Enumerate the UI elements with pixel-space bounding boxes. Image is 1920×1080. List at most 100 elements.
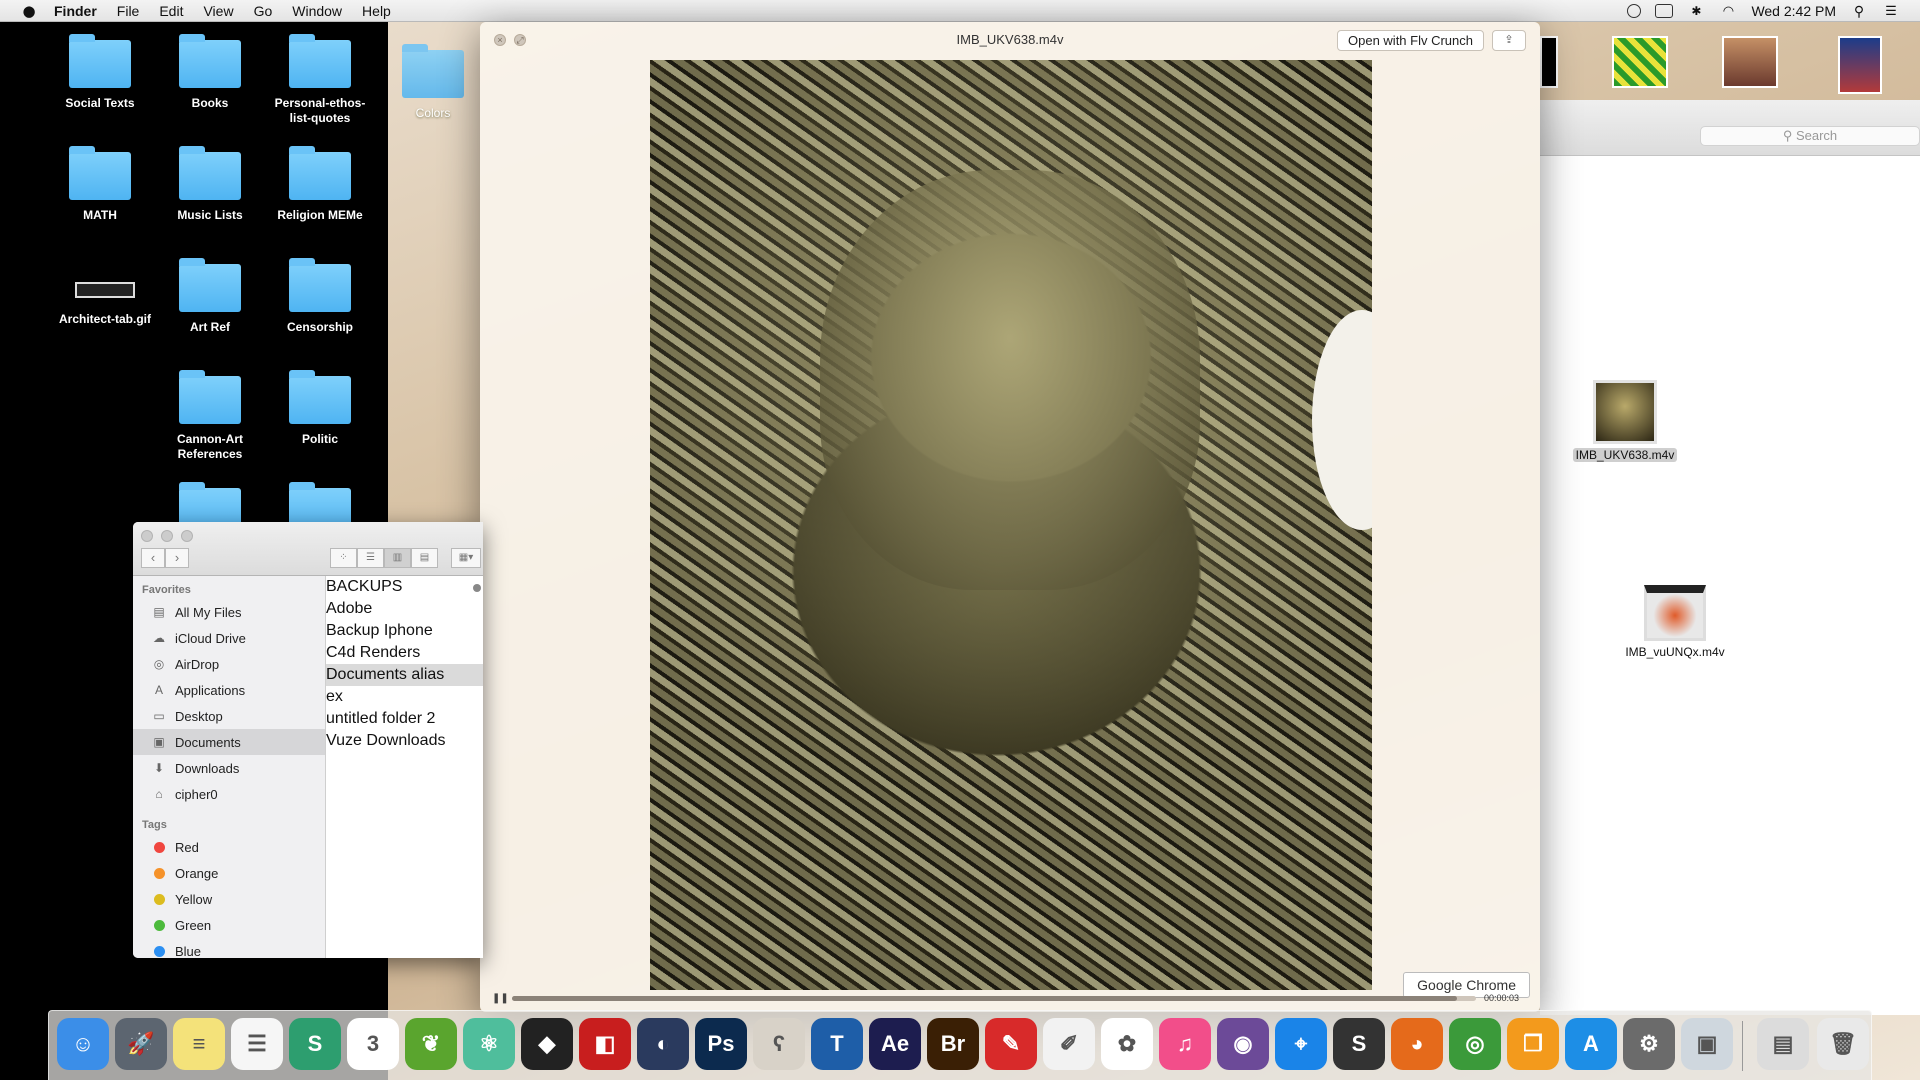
sync-icon[interactable] [1627,3,1642,18]
dock-safari-icon[interactable]: ⌖ [1275,1018,1327,1070]
desktop-folder-religion-meme[interactable]: Religion MEMe [265,146,375,223]
share-button[interactable]: ⇪ [1492,30,1526,51]
arrange-icon[interactable]: ▦▾ [451,548,481,568]
dock-notes-icon[interactable]: ≡ [173,1018,225,1070]
thumbnail-pattern[interactable] [1612,36,1668,88]
thumbnail-photo-2[interactable] [1838,36,1882,94]
sidebar-item-airdrop[interactable]: ◎ AirDrop [133,651,325,677]
sidebar-item-home[interactable]: ⌂ cipher0 [133,781,325,807]
column-view-icon[interactable]: ▥ [384,548,411,568]
dock-tetris-icon[interactable]: T [811,1018,863,1070]
dock-leaf-icon[interactable]: ❦ [405,1018,457,1070]
sidebar-tag-orange[interactable]: Orange [133,860,325,886]
thumbnail-photo-1[interactable] [1722,36,1778,88]
menu-file[interactable]: File [117,3,140,19]
desktop-folder-politic[interactable]: Politic [265,370,375,447]
menu-clock[interactable]: Wed 2:42 PM [1751,3,1836,19]
cover-flow-icon[interactable]: ▤ [411,548,438,568]
icon-view-icon[interactable]: ⁘ [330,548,357,568]
file-item[interactable]: IMB_UKV638.m4v [1570,380,1680,462]
list-item[interactable]: C4d Renders [326,642,483,664]
dock-sketchup-icon[interactable]: ◧ [579,1018,631,1070]
dock-unity-icon[interactable]: ◆ [521,1018,573,1070]
list-item[interactable]: ex [326,686,483,708]
dock-chrome-icon[interactable]: ◎ [1449,1018,1501,1070]
file-item[interactable]: IMB_vuUNQx.m4v [1620,585,1730,659]
dock-bear-icon[interactable]: ʕ [753,1018,805,1070]
desktop-folder-art-ref[interactable]: Art Ref [155,258,265,335]
desktop-folder-cannon-art[interactable]: Cannon-Art References [155,370,265,462]
dock-appstore-icon[interactable]: A [1565,1018,1617,1070]
sidebar-tag-blue[interactable]: Blue [133,938,325,958]
dock-textedit-icon[interactable]: ✐ [1043,1018,1095,1070]
minimize-button[interactable] [161,530,173,542]
dock-slack-icon[interactable]: S [289,1018,341,1070]
dock-preview-icon[interactable]: ▣ [1681,1018,1733,1070]
dock-finder-icon[interactable]: ☺ [57,1018,109,1070]
dock-github-icon[interactable]: ◉ [1217,1018,1269,1070]
forward-icon[interactable]: › [165,548,189,568]
sidebar-item-downloads[interactable]: ⬇ Downloads [133,755,325,781]
wifi-icon[interactable]: ◠ [1719,3,1737,18]
video-preview[interactable] [650,60,1372,990]
dock-sublime-icon[interactable]: S [1333,1018,1385,1070]
menu-window[interactable]: Window [292,3,342,19]
scrubber-track[interactable] [512,995,1476,1001]
menu-go[interactable]: Go [254,3,273,19]
menu-help[interactable]: Help [362,3,391,19]
sidebar-tag-yellow[interactable]: Yellow [133,886,325,912]
dock-pdf-icon[interactable]: ✎ [985,1018,1037,1070]
dock-launchpad-icon[interactable]: 🚀 [115,1018,167,1070]
sidebar-item-desktop[interactable]: ▭ Desktop [133,703,325,729]
bluetooth-icon[interactable]: ✱ [1687,4,1705,18]
menu-view[interactable]: View [203,3,233,19]
desktop-folder-social-texts[interactable]: Social Texts [45,34,155,111]
apple-menu-icon[interactable]: ● [20,2,38,20]
desktop-folder-books[interactable]: Books [155,34,265,111]
list-item[interactable]: Adobe [326,598,483,620]
sidebar-item-all-my-files[interactable]: ▤ All My Files [133,599,325,625]
list-item[interactable]: Vuze Downloads [326,730,483,752]
desktop-folder-math[interactable]: MATH [45,146,155,223]
list-item[interactable]: BACKUPS [326,576,483,598]
spotlight-icon[interactable]: ⚲ [1850,4,1868,18]
dock-photoshop-icon[interactable]: Ps [695,1018,747,1070]
desktop-folder-music-lists[interactable]: Music Lists [155,146,265,223]
menu-app-name[interactable]: Finder [54,3,97,19]
notification-center-icon[interactable]: ☰ [1882,3,1900,18]
close-button[interactable] [141,530,153,542]
dock-trash-icon[interactable]: 🗑 [1817,1018,1869,1070]
sidebar-tag-red[interactable]: Red [133,834,325,860]
desktop-file-architect-tab[interactable]: Architect-tab.gif [50,264,160,327]
list-view-icon[interactable]: ☰ [357,548,384,568]
back-icon[interactable]: ‹ [141,548,165,568]
dock-atom-icon[interactable]: ⚛ [463,1018,515,1070]
desktop-folder-censorship[interactable]: Censorship [265,258,375,335]
menu-edit[interactable]: Edit [159,3,183,19]
sidebar-item-documents[interactable]: ▣ Documents [133,729,325,755]
dock-bridge-icon[interactable]: Br [927,1018,979,1070]
search-field[interactable]: ⚲ Search [1700,126,1920,146]
dock-cinema4d-icon[interactable]: ◐ [637,1018,689,1070]
dock-reminders-icon[interactable]: ☰ [231,1018,283,1070]
dock-itunes-icon[interactable]: ♫ [1159,1018,1211,1070]
scroll-indicator[interactable] [473,584,481,592]
list-item[interactable]: Documents alias [326,664,483,686]
desktop-folder-personal-ethos[interactable]: Personal-ethos- list-quotes [265,34,375,126]
sidebar-tag-green[interactable]: Green [133,912,325,938]
sidebar-item-icloud-drive[interactable]: ☁ iCloud Drive [133,625,325,651]
sidebar-item-applications[interactable]: A Applications [133,677,325,703]
dock-photos-icon[interactable]: ✿ [1101,1018,1153,1070]
dock-scanner-icon[interactable]: ▤ [1757,1018,1809,1070]
dock-calendar-icon[interactable]: 3 [347,1018,399,1070]
zoom-button[interactable] [181,530,193,542]
dock-aftereffects-icon[interactable]: Ae [869,1018,921,1070]
dock-systemprefs-icon[interactable]: ⚙ [1623,1018,1675,1070]
display-icon[interactable] [1655,3,1674,18]
pause-icon[interactable]: ❚❚ [492,993,509,1004]
list-item[interactable]: Backup Iphone [326,620,483,642]
thumbnail-partial[interactable] [1540,36,1558,88]
desktop-folder-colors[interactable]: Colors [378,44,488,121]
list-item[interactable]: untitled folder 2 [326,708,483,730]
open-with-button[interactable]: Open with Flv Crunch [1337,30,1484,51]
